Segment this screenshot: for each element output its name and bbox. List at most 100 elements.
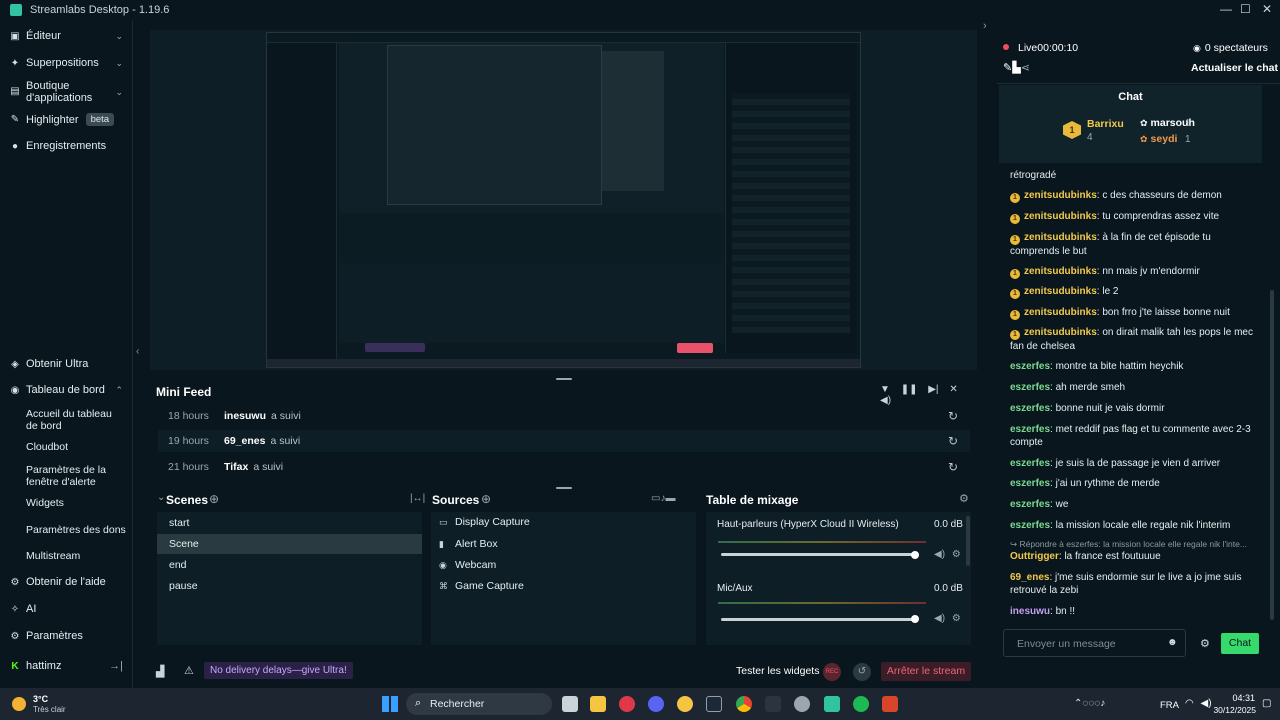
- steam-icon[interactable]: [706, 696, 722, 712]
- weather-temp[interactable]: 3°C: [33, 694, 48, 704]
- replay-buffer-icon[interactable]: ↺: [853, 663, 871, 681]
- close-button[interactable]: ✕: [1262, 2, 1272, 16]
- replay-icon[interactable]: ↻: [948, 409, 958, 423]
- scene-item[interactable]: end: [157, 555, 422, 575]
- collapse-scenes-icon[interactable]: ⌄: [157, 492, 165, 503]
- chat-user[interactable]: zenitsudubinks: [1024, 307, 1097, 318]
- ultra-promo-button[interactable]: No delivery delays—give Ultra!: [204, 662, 353, 679]
- chat-user[interactable]: Outtrigger: [1010, 551, 1059, 562]
- chat-settings-icon[interactable]: ⚙: [1200, 637, 1210, 650]
- add-scene-icon[interactable]: ⊕: [209, 492, 219, 506]
- mute-alerts-icon[interactable]: ✕: [949, 384, 957, 395]
- minimize-button[interactable]: —: [1220, 2, 1232, 16]
- nav-dashboard[interactable]: ◉ Tableau de bord ⌃: [0, 384, 133, 396]
- pause-icon[interactable]: ❚❚: [901, 384, 918, 395]
- chat-user[interactable]: eszerfes: [1010, 424, 1050, 435]
- app-icon[interactable]: [619, 696, 635, 712]
- volume-slider-thumb[interactable]: [911, 551, 919, 559]
- nav-help[interactable]: ⚙ Obtenir de l'aide: [0, 576, 133, 588]
- nav-ultra[interactable]: ◈ Obtenir Ultra: [0, 358, 133, 370]
- chat-user[interactable]: eszerfes: [1010, 361, 1050, 372]
- app-icon[interactable]: [794, 696, 810, 712]
- nav-widgets[interactable]: Widgets: [26, 497, 126, 509]
- record-button[interactable]: REC: [823, 663, 841, 681]
- chat-user[interactable]: inesuwu: [1010, 606, 1050, 617]
- scene-item[interactable]: start: [157, 513, 422, 533]
- scene-item[interactable]: pause: [157, 576, 422, 596]
- collapse-right-icon[interactable]: ›: [983, 20, 987, 32]
- app-icon[interactable]: [882, 696, 898, 712]
- task-view-icon[interactable]: [562, 696, 578, 712]
- nav-overlays[interactable]: ✦ Superpositions ⌄: [0, 57, 133, 69]
- discord-icon[interactable]: [648, 696, 664, 712]
- folder-icon[interactable]: ▬: [665, 493, 675, 504]
- nav-dashboard-home[interactable]: Accueil du tableau de bord: [26, 408, 126, 432]
- windows-start-icon[interactable]: [382, 696, 398, 712]
- nav-multistream[interactable]: Multistream: [26, 550, 126, 562]
- performance-icon[interactable]: ▟: [156, 665, 164, 678]
- chat-user[interactable]: eszerfes: [1010, 403, 1050, 414]
- chat-user[interactable]: eszerfes: [1010, 458, 1050, 469]
- logout-icon[interactable]: →|: [109, 660, 123, 672]
- chat-user[interactable]: eszerfes: [1010, 382, 1050, 393]
- nav-editor[interactable]: ▣ Éditeur ⌄: [0, 30, 133, 42]
- streamlabs-icon[interactable]: [824, 696, 840, 712]
- volume-slider[interactable]: [721, 618, 917, 621]
- chat-user[interactable]: eszerfes: [1010, 520, 1050, 531]
- chat-user[interactable]: eszerfes: [1010, 478, 1050, 489]
- app-icon[interactable]: [677, 696, 693, 712]
- chat-user[interactable]: eszerfes: [1010, 499, 1050, 510]
- app-icon[interactable]: [765, 696, 781, 712]
- nav-store[interactable]: ▤ Boutique d'applications ⌄: [0, 80, 133, 104]
- scene-transition-icon[interactable]: |↔|: [410, 493, 425, 504]
- mixer-settings-icon[interactable]: ⚙: [959, 492, 969, 505]
- spotify-icon[interactable]: [853, 696, 869, 712]
- emoji-icon[interactable]: ☻: [1167, 637, 1178, 648]
- file-explorer-icon[interactable]: [590, 696, 606, 712]
- nav-user[interactable]: Khattimz →|: [0, 660, 133, 672]
- nav-donation-settings[interactable]: Paramètres des dons: [26, 524, 126, 536]
- replay-icon[interactable]: ↻: [948, 460, 958, 474]
- test-widgets-button[interactable]: Tester les widgets: [736, 665, 819, 677]
- send-chat-button[interactable]: Chat: [1221, 633, 1259, 654]
- collapse-left-icon[interactable]: ‹: [136, 346, 139, 357]
- filter-icon[interactable]: ▼: [880, 384, 890, 395]
- resize-handle[interactable]: [556, 487, 572, 489]
- chat-scrollbar[interactable]: [1270, 290, 1274, 620]
- stop-stream-button[interactable]: Arrêter le stream: [881, 662, 971, 681]
- chat-user[interactable]: zenitsudubinks: [1024, 286, 1097, 297]
- chat-user[interactable]: zenitsudubinks: [1024, 190, 1097, 201]
- edit-icon[interactable]: ✎: [1003, 62, 1012, 74]
- source-item[interactable]: ◉ Webcam: [439, 559, 496, 571]
- nav-cloudbot[interactable]: Cloudbot: [26, 441, 126, 453]
- chat-input-box[interactable]: Envoyer un message ☻: [1003, 629, 1186, 657]
- chat-user[interactable]: zenitsudubinks: [1024, 232, 1097, 243]
- dashboard-icon[interactable]: ▙: [1012, 62, 1020, 74]
- gear-icon[interactable]: ⚙: [952, 613, 961, 624]
- alert-triangle-icon[interactable]: ⚠: [184, 664, 194, 677]
- maximize-button[interactable]: ☐: [1240, 2, 1251, 16]
- taskbar-time[interactable]: 04:31: [1221, 693, 1255, 703]
- scene-item-selected[interactable]: Scene: [157, 534, 422, 554]
- gear-icon[interactable]: ⚙: [952, 549, 961, 560]
- replay-icon[interactable]: ↻: [948, 434, 958, 448]
- source-item[interactable]: ▮ Alert Box: [439, 538, 498, 550]
- chrome-icon[interactable]: [736, 696, 752, 712]
- nav-ai[interactable]: ✧ AI: [0, 603, 133, 615]
- taskbar-search[interactable]: ⌕ Rechercher: [406, 693, 552, 715]
- chat-user[interactable]: 69_enes: [1010, 572, 1049, 583]
- skip-icon[interactable]: ▶|: [928, 384, 938, 395]
- volume-slider-thumb[interactable]: [911, 615, 919, 623]
- chat-user[interactable]: zenitsudubinks: [1024, 211, 1097, 222]
- weather-icon[interactable]: [12, 697, 26, 711]
- add-source-icon[interactable]: ⊕: [481, 492, 491, 506]
- notification-icon[interactable]: ▢: [1262, 698, 1271, 709]
- nav-recordings[interactable]: ● Enregistrements: [0, 140, 133, 152]
- volume-slider[interactable]: [721, 553, 917, 556]
- mic-icon[interactable]: ♪: [1100, 698, 1105, 709]
- refresh-chat-button[interactable]: Actualiser le chat: [1191, 62, 1278, 74]
- taskbar-date[interactable]: 30/12/2025: [1206, 705, 1256, 715]
- source-item[interactable]: ⌘ Game Capture: [439, 580, 524, 592]
- mixer-scrollbar[interactable]: [966, 516, 970, 566]
- chat-user[interactable]: zenitsudubinks: [1024, 327, 1097, 338]
